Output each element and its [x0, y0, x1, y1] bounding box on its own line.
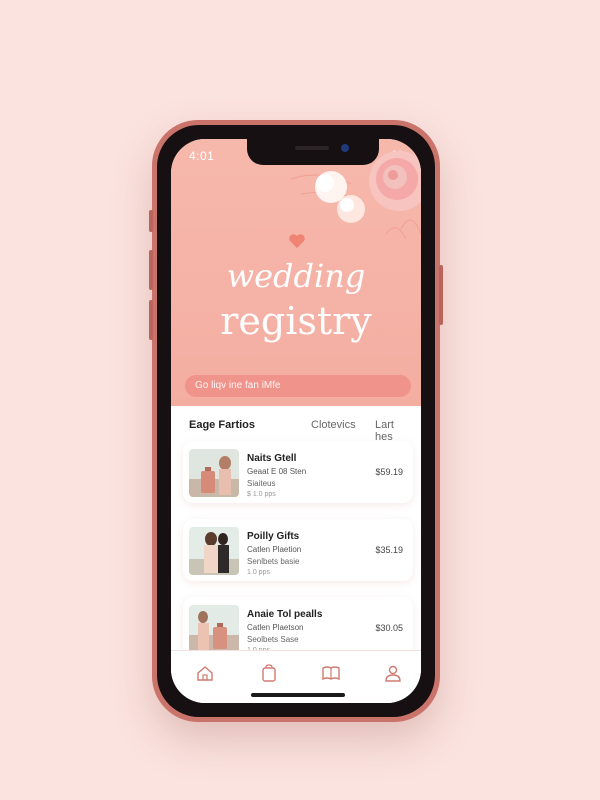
title-wedding: wedding [226, 257, 366, 295]
tab-gift-parties[interactable]: Eage Fartios [189, 419, 255, 431]
phone-bezel: 4:01 11 [157, 125, 435, 717]
phone-frame: 4:01 11 [149, 120, 443, 722]
item-price: $59.19 [375, 467, 403, 477]
item-subtitle: Catlen Plaetson [247, 623, 304, 632]
bag-icon[interactable] [259, 663, 279, 683]
mute-switch [149, 210, 153, 232]
item-price: $30.05 [375, 623, 403, 633]
item-detail: Siaiteus [247, 479, 276, 488]
registry-item-card[interactable]: Naits Gtell Geaat E 08 Sten Siaiteus $ 1… [183, 441, 413, 503]
search-input[interactable]: Go liqv ine fan iMfe [185, 375, 411, 397]
item-photo [189, 605, 239, 653]
phone-screen: 4:01 11 [171, 139, 421, 703]
home-indicator[interactable] [251, 693, 345, 697]
speaker [295, 146, 329, 150]
heart-icon [289, 234, 305, 248]
item-price: $35.19 [375, 545, 403, 555]
item-detail: Senlbets basie [247, 557, 300, 566]
hero-banner: 4:01 11 [171, 139, 421, 406]
item-photo [189, 449, 239, 497]
item-subtitle: Geaat E 08 Sten [247, 467, 307, 476]
item-meta: $ 1.0 pps [247, 491, 276, 498]
status-time: 4:01 [189, 149, 215, 163]
category-tabs: Eage Fartios Clotevics Lart hes [189, 419, 411, 443]
volume-up-button [149, 250, 153, 290]
tab-collections[interactable]: Clotevics [311, 419, 356, 431]
notch [247, 139, 379, 165]
item-meta: 1.0 pps [247, 569, 270, 576]
home-icon[interactable] [195, 663, 215, 683]
tab-lashes[interactable]: Lart hes [375, 419, 411, 443]
profile-icon[interactable] [383, 663, 403, 683]
item-subtitle: Catlen Plaetion [247, 545, 302, 554]
front-camera [341, 144, 349, 152]
item-title: Anaie Tol pealls [247, 609, 323, 620]
bottom-tab-bar [171, 650, 421, 703]
title-registry: registry [220, 299, 372, 343]
item-photo [189, 527, 239, 575]
registry-item-card[interactable]: Poilly Gifts Catlen Plaetion Senlbets ba… [183, 519, 413, 581]
item-detail: Seolbets Sase [247, 635, 299, 644]
book-icon[interactable] [321, 663, 341, 683]
volume-down-button [149, 300, 153, 340]
item-title: Poilly Gifts [247, 531, 300, 542]
item-title: Naits Gtell [247, 453, 297, 464]
power-button [439, 265, 443, 325]
